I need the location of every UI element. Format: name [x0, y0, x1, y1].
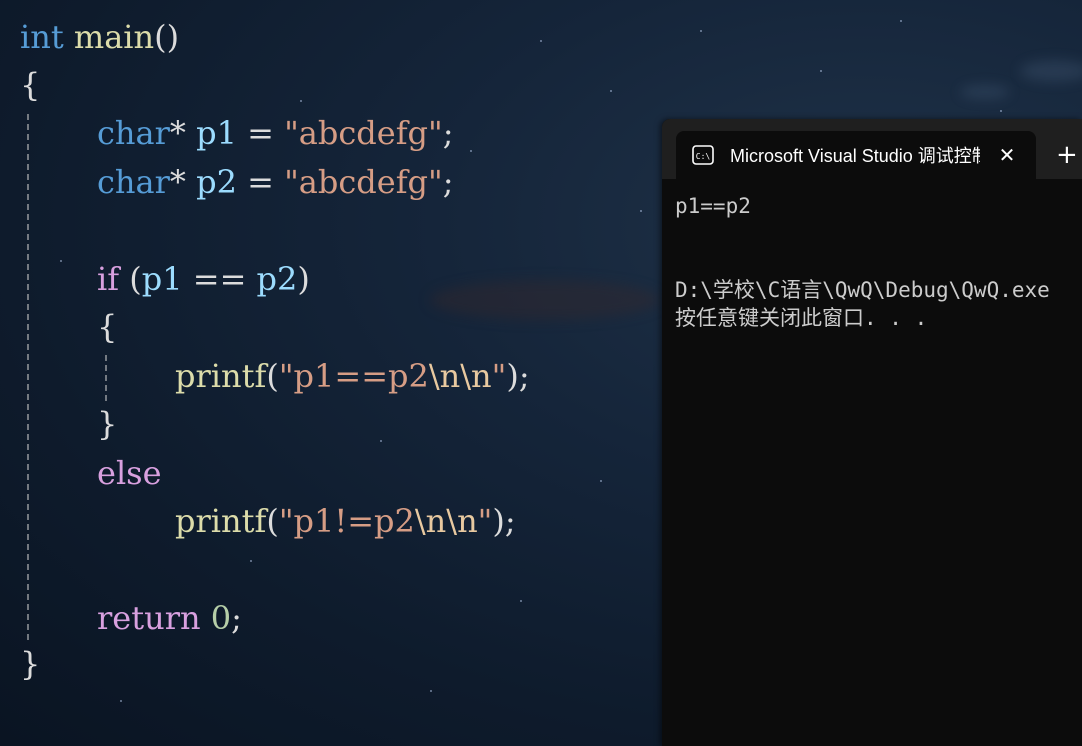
close-brace: } [20, 645, 41, 683]
punctuation: ; [231, 599, 242, 637]
string-literal: " [491, 357, 507, 395]
variable: p1 [196, 114, 237, 152]
variable: p2 [256, 260, 298, 298]
punctuation: ( [266, 357, 279, 395]
variable: p2 [196, 163, 237, 201]
function-name: printf [175, 357, 267, 395]
code-line-2[interactable]: { [20, 61, 40, 109]
keyword: int [20, 18, 64, 56]
code-line-10[interactable]: else [97, 449, 162, 497]
console-output-line: 按任意键关闭此窗口. . . [675, 306, 928, 330]
escape-sequence: \n [428, 357, 461, 395]
string-literal: "p1!=p2 [278, 502, 415, 540]
punctuation: ( [266, 502, 279, 540]
tab-title: Microsoft Visual Studio 调试控制台 [730, 146, 980, 166]
open-brace: { [97, 308, 118, 346]
punctuation: ); [492, 502, 516, 540]
debug-console-window[interactable]: C:\ Microsoft Visual Studio 调试控制台 ✕ + p1… [662, 119, 1082, 746]
code-line-8[interactable]: printf("p1==p2\n\n"); [175, 352, 530, 400]
code-line-4[interactable]: char* p2 = "abcdefg"; [97, 158, 454, 206]
code-line-11[interactable]: printf("p1!=p2\n\n"); [175, 497, 516, 545]
string-literal: "abcdefg" [284, 114, 443, 152]
punctuation: * [169, 163, 186, 201]
punctuation: ) [297, 260, 310, 298]
punctuation: * [169, 114, 186, 152]
code-line-14[interactable]: } [20, 640, 40, 688]
string-literal: "abcdefg" [284, 163, 443, 201]
open-brace: { [20, 66, 41, 104]
svg-text:C:\: C:\ [696, 152, 711, 161]
code-line-9[interactable]: } [97, 400, 117, 448]
indent-guide [105, 355, 107, 401]
code-line-3[interactable]: char* p1 = "abcdefg"; [97, 109, 454, 157]
keyword: char [97, 114, 170, 152]
punctuation: ; [442, 163, 454, 201]
keyword: char [97, 163, 170, 201]
operator: == [182, 260, 257, 298]
close-brace: } [97, 405, 118, 443]
punctuation: ; [442, 114, 454, 152]
keyword: if [97, 260, 120, 298]
function-name: main [73, 18, 155, 56]
operator: = [236, 163, 285, 201]
code-line-6[interactable]: if (p1 == p2) [97, 255, 310, 303]
new-tab-button[interactable]: + [1056, 141, 1082, 169]
variable: p1 [141, 260, 183, 298]
tab-bar: C:\ Microsoft Visual Studio 调试控制台 ✕ + [662, 119, 1082, 179]
console-icon: C:\ [692, 145, 714, 165]
tab-debug-console[interactable]: C:\ Microsoft Visual Studio 调试控制台 ✕ [676, 131, 1036, 179]
punctuation: ); [506, 357, 530, 395]
keyword: else [97, 454, 162, 492]
code-editor[interactable]: int main() { char* p1 = "abcdefg"; char*… [0, 0, 662, 746]
indent-guide [27, 114, 29, 640]
punctuation: ( [119, 260, 142, 298]
console-output-line: p1==p2 [675, 194, 751, 218]
number-literal: 0 [210, 599, 232, 637]
console-output-line: D:\学校\C语言\QwQ\Debug\QwQ.exe [675, 278, 1050, 302]
function-name: printf [175, 502, 267, 540]
code-line-1[interactable]: int main() [20, 13, 179, 61]
code-line-13[interactable]: return 0; [97, 594, 242, 642]
escape-sequence: \n [446, 502, 478, 540]
operator: = [236, 114, 285, 152]
keyword: return [97, 599, 201, 637]
code-line-7[interactable]: { [97, 303, 117, 351]
punctuation: () [154, 18, 180, 56]
string-literal: " [477, 502, 493, 540]
escape-sequence: \n [414, 502, 447, 540]
string-literal: "p1==p2 [278, 357, 429, 395]
close-icon[interactable]: ✕ [994, 142, 1020, 168]
escape-sequence: \n [460, 357, 492, 395]
